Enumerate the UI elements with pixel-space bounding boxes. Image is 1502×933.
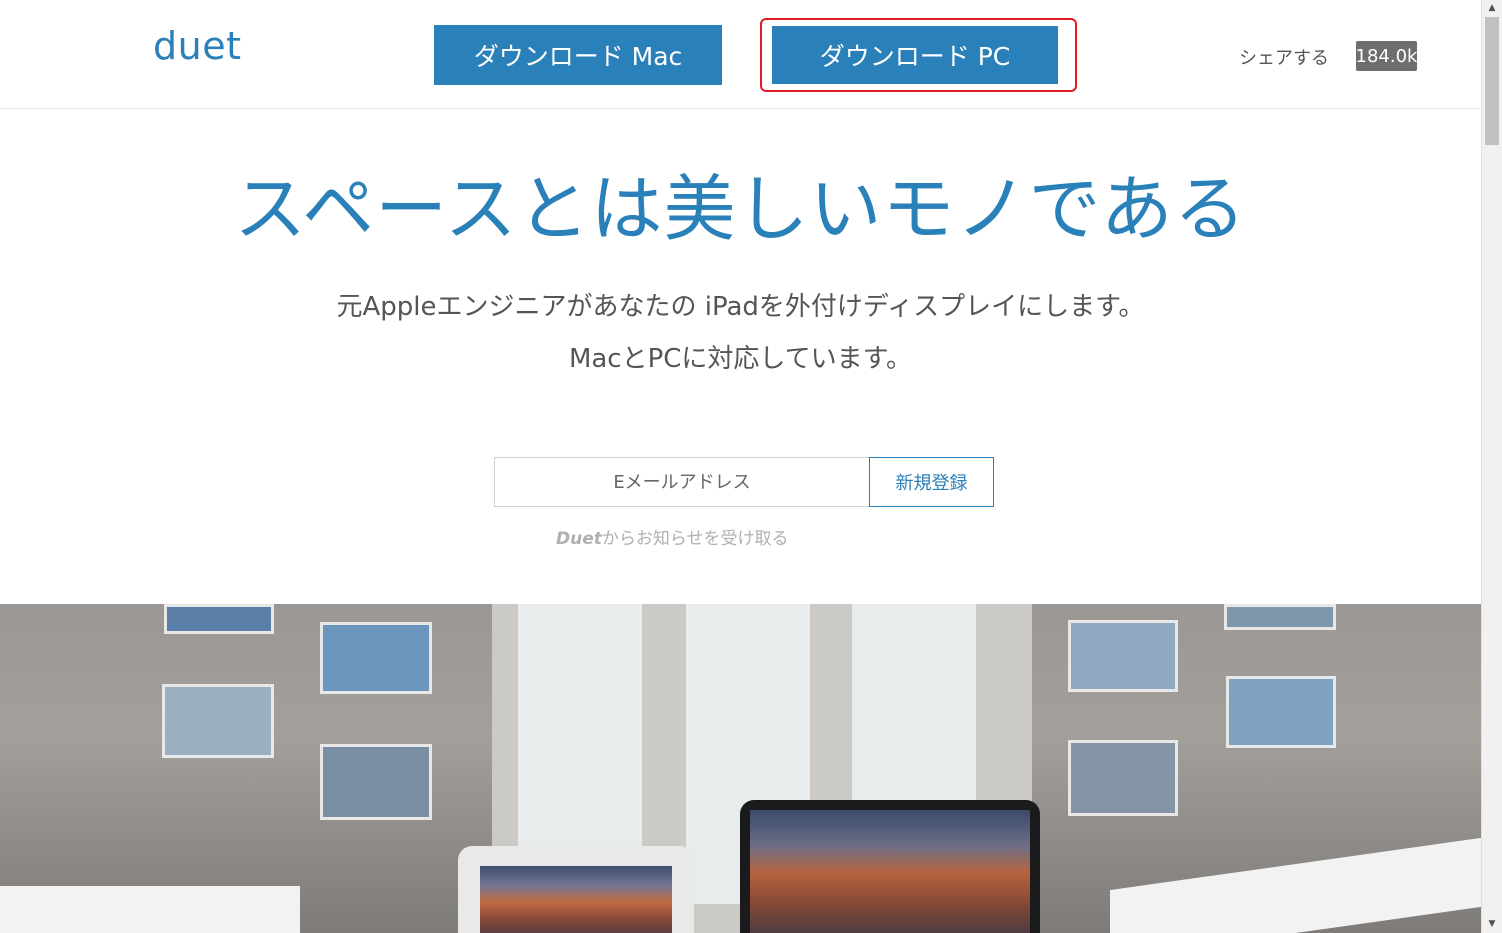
wall-photo	[1068, 620, 1178, 692]
signup-note: Duetからお知らせを受け取る	[556, 524, 789, 549]
site-header: duet ダウンロード Mac ダウンロード PC シェアする 184.0k	[0, 0, 1481, 109]
hero-title: スペースとは美しいモノである	[234, 167, 1247, 251]
wall-photo	[164, 604, 274, 634]
scrollbar-thumb[interactable]	[1485, 17, 1499, 145]
signup-button[interactable]: 新規登録	[869, 457, 994, 507]
wall-photo	[1224, 604, 1336, 630]
download-pc-button[interactable]: ダウンロード PC	[772, 26, 1058, 84]
wall-photo	[162, 684, 274, 758]
duet-logo[interactable]: duet	[153, 24, 241, 68]
share-link[interactable]: シェアする	[1239, 44, 1329, 70]
hero-subtitle-line2: MacとPCに対応しています。	[568, 344, 913, 374]
signup-note-brand: Duet	[556, 529, 602, 549]
hero-subtitle-line1: 元Appleエンジニアがあなたの iPadを外付けディスプレイにします。	[336, 292, 1145, 322]
vertical-scrollbar[interactable]: ▲ ▼	[1481, 0, 1502, 933]
wall-photo	[1068, 740, 1178, 816]
macbook-screen	[750, 810, 1030, 933]
macbook-device	[740, 800, 1040, 933]
page: duet ダウンロード Mac ダウンロード PC シェアする 184.0k ス…	[0, 0, 1481, 933]
share-count-badge: 184.0k	[1356, 41, 1417, 71]
signup-note-text: からお知らせを受け取る	[601, 529, 789, 549]
email-field[interactable]	[494, 457, 870, 507]
ipad-screen	[480, 866, 672, 933]
triangle-down-icon[interactable]: ▼	[1482, 916, 1502, 933]
triangle-up-icon[interactable]: ▲	[1482, 0, 1502, 17]
hero-photo	[0, 604, 1481, 933]
wall-photo	[320, 622, 432, 694]
desk-model	[0, 886, 300, 933]
wall-photo	[320, 744, 432, 820]
download-mac-button[interactable]: ダウンロード Mac	[434, 25, 722, 85]
ipad-device	[458, 846, 694, 933]
wall-photo	[1226, 676, 1336, 748]
